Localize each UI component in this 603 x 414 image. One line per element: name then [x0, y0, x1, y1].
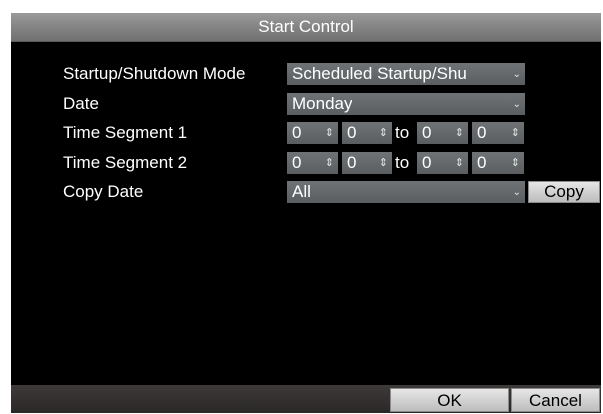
mode-dropdown[interactable]: Scheduled Startup/Shu ⌄ — [287, 63, 525, 85]
date-label: Date — [63, 94, 99, 113]
segment2-start-hour-value: 0 — [292, 153, 302, 172]
copy-button[interactable]: Copy — [528, 181, 600, 203]
segment2-start-hour-spinner[interactable]: 0 ⇕ — [287, 152, 338, 174]
segment2-start-min-value: 0 — [347, 153, 357, 172]
spinner-arrows-icon: ⇕ — [510, 127, 520, 139]
date-value: Monday — [292, 94, 353, 113]
segment1-start-min-value: 0 — [347, 123, 357, 142]
segment2-end-min-spinner[interactable]: 0 ⇕ — [472, 152, 524, 174]
spinner-arrows-icon: ⇕ — [324, 127, 334, 139]
mode-label: Startup/Shutdown Mode — [63, 64, 246, 83]
start-control-dialog: Start Control Startup/Shutdown Mode Sche… — [11, 13, 601, 413]
segment2-label: Time Segment 2 — [63, 153, 188, 172]
chevron-down-icon: ⌄ — [512, 69, 521, 80]
chevron-down-icon: ⌄ — [512, 99, 521, 110]
mode-value: Scheduled Startup/Shu — [292, 64, 467, 83]
spinner-arrows-icon: ⇕ — [510, 157, 520, 169]
copy-date-dropdown[interactable]: All ⌄ — [287, 181, 525, 203]
spinner-arrows-icon: ⇕ — [454, 127, 464, 139]
segment2-end-min-value: 0 — [477, 153, 487, 172]
segment1-start-hour-value: 0 — [292, 123, 302, 142]
chevron-down-icon: ⌄ — [512, 187, 521, 198]
segment1-start-hour-spinner[interactable]: 0 ⇕ — [287, 122, 338, 144]
ok-button[interactable]: OK — [390, 388, 509, 412]
segment2-end-hour-spinner[interactable]: 0 ⇕ — [417, 152, 468, 174]
spinner-arrows-icon: ⇕ — [454, 157, 464, 169]
copy-date-label: Copy Date — [63, 182, 144, 201]
segment1-end-min-value: 0 — [477, 123, 487, 142]
segment2-to-label: to — [395, 153, 410, 172]
segment1-start-min-spinner[interactable]: 0 ⇕ — [342, 122, 392, 144]
dialog-title: Start Control — [11, 13, 601, 42]
cancel-button[interactable]: Cancel — [511, 388, 600, 412]
segment1-end-hour-spinner[interactable]: 0 ⇕ — [417, 122, 468, 144]
spinner-arrows-icon: ⇕ — [378, 127, 388, 139]
segment1-label: Time Segment 1 — [63, 123, 188, 142]
date-dropdown[interactable]: Monday ⌄ — [287, 93, 525, 115]
dialog-footer: OK Cancel — [11, 385, 601, 413]
spinner-arrows-icon: ⇕ — [324, 157, 334, 169]
segment2-end-hour-value: 0 — [422, 153, 432, 172]
copy-date-value: All — [292, 182, 311, 201]
segment2-start-min-spinner[interactable]: 0 ⇕ — [342, 152, 392, 174]
segment1-end-min-spinner[interactable]: 0 ⇕ — [472, 122, 524, 144]
segment1-to-label: to — [395, 123, 410, 142]
segment1-end-hour-value: 0 — [422, 123, 432, 142]
spinner-arrows-icon: ⇕ — [378, 157, 388, 169]
